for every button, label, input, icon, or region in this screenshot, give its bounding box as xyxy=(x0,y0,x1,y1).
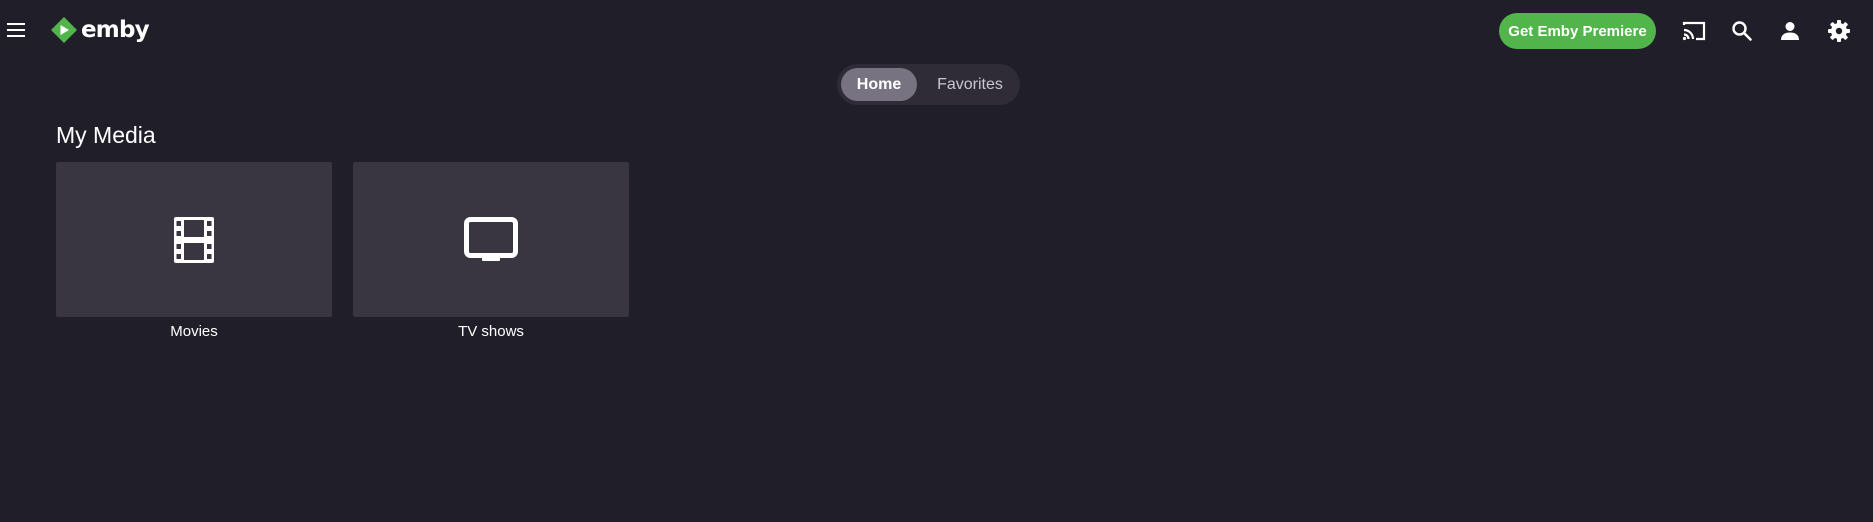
menu-button[interactable] xyxy=(2,14,32,46)
page: emby Get Emby Premiere Home Favorites My… xyxy=(0,0,1873,522)
emby-logo[interactable]: emby xyxy=(50,13,150,47)
settings-button[interactable] xyxy=(1822,14,1856,48)
tab-favorites[interactable]: Favorites xyxy=(925,68,1015,101)
film-icon xyxy=(174,216,214,263)
settings-gear-icon xyxy=(1828,20,1850,42)
search-icon xyxy=(1732,21,1752,41)
user-button[interactable] xyxy=(1773,14,1807,48)
media-card-tv-shows[interactable]: TV shows xyxy=(353,162,629,340)
section-title: My Media xyxy=(56,122,156,148)
home-tabs: Home Favorites xyxy=(837,64,1020,105)
media-card-movies[interactable]: Movies xyxy=(56,162,332,340)
header: emby Get Emby Premiere xyxy=(0,0,1873,60)
get-premiere-button[interactable]: Get Emby Premiere xyxy=(1499,13,1656,49)
tv-icon xyxy=(464,216,518,261)
card-image[interactable] xyxy=(353,162,629,317)
tab-home[interactable]: Home xyxy=(841,68,917,101)
hamburger-menu-icon xyxy=(7,23,25,37)
logo-text: emby xyxy=(81,17,150,43)
user-icon xyxy=(1781,22,1799,40)
card-image[interactable] xyxy=(56,162,332,317)
cast-button[interactable] xyxy=(1677,14,1711,48)
search-button[interactable] xyxy=(1725,14,1759,48)
card-label[interactable]: Movies xyxy=(56,323,332,340)
emby-logo-icon xyxy=(51,17,77,43)
card-label[interactable]: TV shows xyxy=(353,323,629,340)
cast-icon xyxy=(1682,21,1706,41)
